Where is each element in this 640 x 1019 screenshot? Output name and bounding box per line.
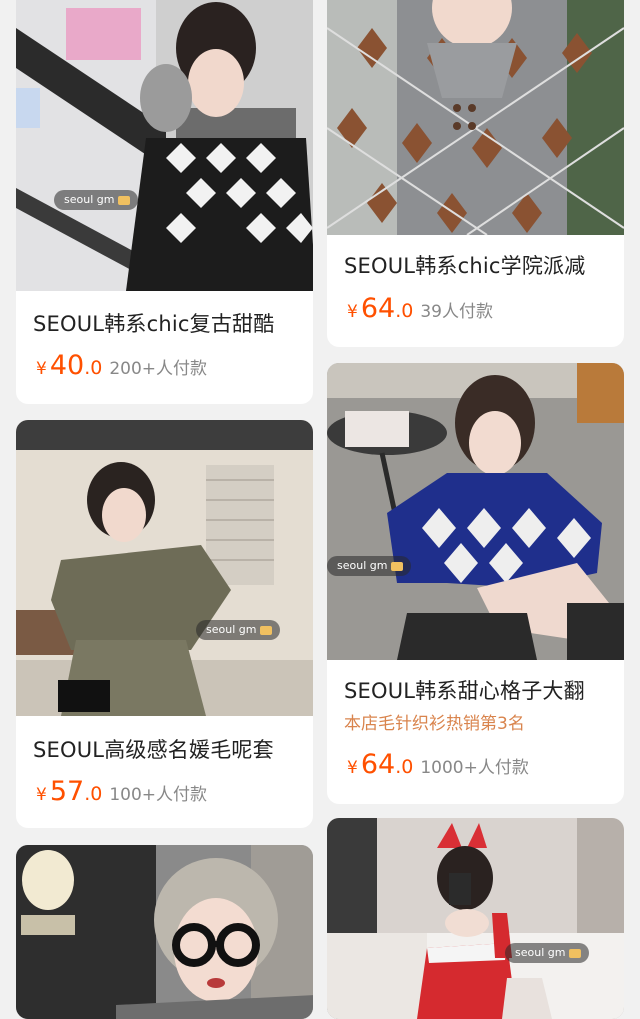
price-decimal: .0 — [84, 783, 103, 805]
bag-icon — [260, 625, 273, 635]
price-row: ¥ 40 .0 200+人付款 — [36, 350, 207, 381]
product-title: SEOUL韩系chic学院派减 — [344, 254, 586, 278]
price-decimal: .0 — [395, 756, 414, 778]
price-decimal: .0 — [395, 300, 414, 322]
product-card[interactable]: seoul gm SEOUL韩系甜心格子大翻 本店毛针织衫热销第3名 ¥ 64 … — [327, 363, 624, 804]
product-image[interactable]: seoul gm — [327, 363, 624, 660]
price-integer: 57 — [49, 776, 85, 807]
seller-tag: seoul gm — [505, 943, 590, 963]
product-title: SEOUL韩系chic复古甜酷 — [33, 312, 275, 336]
product-image[interactable]: seoul gm — [16, 420, 313, 716]
product-title: SEOUL高级感名媛毛呢套 — [33, 738, 274, 762]
seller-tag-label: seoul gm — [206, 623, 257, 636]
product-card[interactable]: seoul gm SEOUL韩系chic复古甜酷 ¥ 40 .0 200+人付款 — [16, 0, 313, 404]
product-card[interactable]: seoul gm — [327, 818, 624, 1019]
product-image[interactable] — [16, 845, 313, 1019]
currency-symbol: ¥ — [347, 758, 358, 778]
seller-tag-label: seoul gm — [515, 946, 566, 959]
seller-tag: seoul gm — [196, 620, 281, 640]
product-image[interactable]: seoul gm — [327, 818, 624, 1019]
bag-icon — [118, 195, 131, 205]
currency-symbol: ¥ — [347, 302, 358, 322]
sales-count: 200+人付款 — [109, 359, 208, 379]
sales-count: 100+人付款 — [109, 785, 208, 805]
currency-symbol: ¥ — [36, 785, 47, 805]
seller-tag: seoul gm — [327, 556, 412, 576]
bag-icon — [391, 561, 404, 571]
product-card[interactable]: SEOUL韩系chic学院派减 ¥ 64 .0 39人付款 — [327, 0, 624, 347]
price-row: ¥ 64 .0 1000+人付款 — [347, 749, 529, 780]
bag-icon — [569, 948, 582, 958]
seller-tag-label: seoul gm — [64, 193, 115, 206]
bestseller-rank: 本店毛针织衫热销第3名 — [344, 714, 525, 734]
currency-symbol: ¥ — [36, 359, 47, 379]
product-card[interactable] — [16, 845, 313, 1019]
price-decimal: .0 — [84, 357, 103, 379]
sales-count: 1000+人付款 — [420, 758, 529, 778]
price-integer: 64 — [360, 749, 396, 780]
product-image[interactable]: seoul gm — [16, 0, 313, 291]
sales-count: 39人付款 — [420, 302, 493, 322]
seller-tag: seoul gm — [54, 190, 139, 210]
price-row: ¥ 57 .0 100+人付款 — [36, 776, 207, 807]
seller-tag-label: seoul gm — [337, 559, 388, 572]
price-integer: 64 — [360, 293, 396, 324]
product-image[interactable] — [327, 0, 624, 235]
product-title: SEOUL韩系甜心格子大翻 — [344, 679, 585, 703]
price-row: ¥ 64 .0 39人付款 — [347, 293, 493, 324]
product-card[interactable]: seoul gm SEOUL高级感名媛毛呢套 ¥ 57 .0 100+人付款 — [16, 420, 313, 828]
price-integer: 40 — [49, 350, 85, 381]
